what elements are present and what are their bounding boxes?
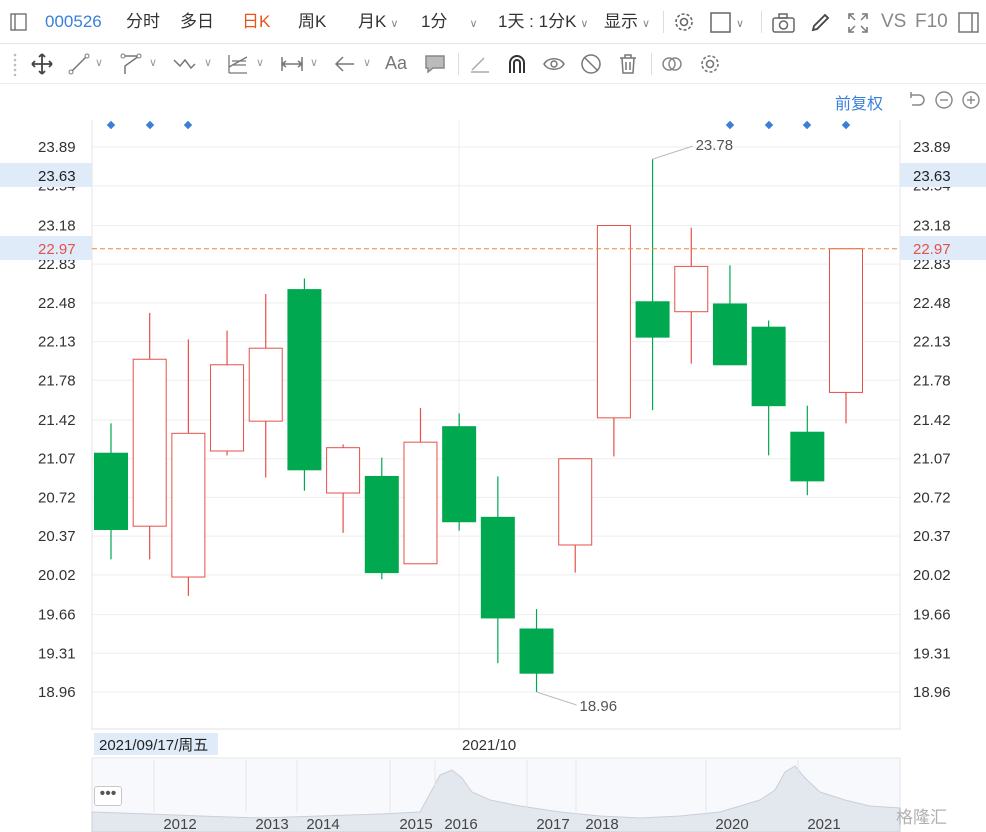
y-tick-label: 22.13 [913,334,951,351]
overview-year-label: 2021 [807,816,840,832]
x-axis-month-label: 2021/10 [462,737,516,754]
y-tick-label: 19.31 [913,645,951,662]
event-marker [764,120,774,130]
candle-body [674,265,709,313]
overview-year-label: 2014 [306,816,339,832]
watermark-logo: 格隆汇 [896,808,947,827]
y-tick-label: 20.02 [38,567,76,584]
y-tick-label: 22.48 [913,295,951,312]
candle-body [364,475,399,574]
candle-body [403,441,438,565]
y-tick-label: 19.66 [38,607,76,624]
candle-body [442,426,477,523]
more-options-button[interactable]: ••• [94,786,122,806]
low-pointer [536,691,577,706]
candle-body [210,364,245,452]
candle-body [132,358,167,527]
y-tick-label: 21.78 [38,372,76,389]
candle-body [287,289,322,471]
overview-year-label: 2015 [399,816,432,832]
overview-year-label: 2017 [536,816,569,832]
candle-body [519,628,554,674]
y-tick-label: 23.89 [38,139,76,156]
overview-year-label: 2013 [255,816,288,832]
event-marker [841,120,851,130]
secondary-price-label-right: 23.63 [913,168,951,185]
secondary-price-label-left: 23.63 [38,168,76,185]
y-tick-label: 20.37 [38,528,76,545]
y-tick-label: 21.07 [38,451,76,468]
event-marker [802,120,812,130]
candle-body [94,452,128,530]
y-tick-label: 19.66 [913,607,951,624]
candle-body [596,224,631,419]
low-label: 18.96 [580,698,618,715]
event-marker [725,120,735,130]
event-markers [106,120,851,130]
y-tick-label: 23.18 [913,217,951,234]
event-marker [145,120,155,130]
y-tick-label: 20.37 [913,528,951,545]
y-axis-left: 23.8923.5423.1822.8322.4822.1321.7821.42… [38,139,76,701]
candle-body [248,347,283,422]
candle-body [751,326,786,407]
price-label-right: 22.97 [913,241,951,258]
y-tick-label: 23.18 [38,217,76,234]
candle-body [712,303,747,366]
y-tick-label: 21.42 [38,412,76,429]
y-axis-right: 23.8923.5423.1822.8322.4822.1321.7821.42… [913,139,951,701]
crosshair-date-label: 2021/09/17/周五 [99,737,208,754]
candle-body [829,248,863,393]
candle-body [480,516,515,619]
overview-year-label: 2012 [163,816,196,832]
candle-body [558,458,593,546]
event-marker [106,120,116,130]
y-tick-label: 19.31 [38,645,76,662]
candle-body [171,432,206,578]
y-tick-label: 21.42 [913,412,951,429]
price-label-left: 22.97 [38,241,76,258]
event-marker [183,120,193,130]
candles [94,159,863,692]
y-tick-label: 18.96 [913,684,951,701]
y-tick-label: 22.48 [38,295,76,312]
y-tick-label: 20.72 [913,489,951,506]
y-tick-label: 18.96 [38,684,76,701]
y-tick-label: 20.72 [38,489,76,506]
y-tick-label: 21.78 [913,372,951,389]
y-tick-label: 23.89 [913,139,951,156]
y-tick-label: 22.13 [38,334,76,351]
kline-chart[interactable]: 23.8923.5423.1822.8322.4822.1321.7821.42… [0,0,986,832]
y-tick-label: 21.07 [913,451,951,468]
candle-body [635,301,670,338]
overview-year-label: 2018 [585,816,618,832]
candle-body [326,447,361,494]
high-label: 23.78 [696,137,734,154]
overview-year-label: 2016 [444,816,477,832]
y-tick-label: 20.02 [913,567,951,584]
candle-body [790,431,825,482]
high-pointer [652,145,693,160]
overview-year-label: 2020 [715,816,748,832]
